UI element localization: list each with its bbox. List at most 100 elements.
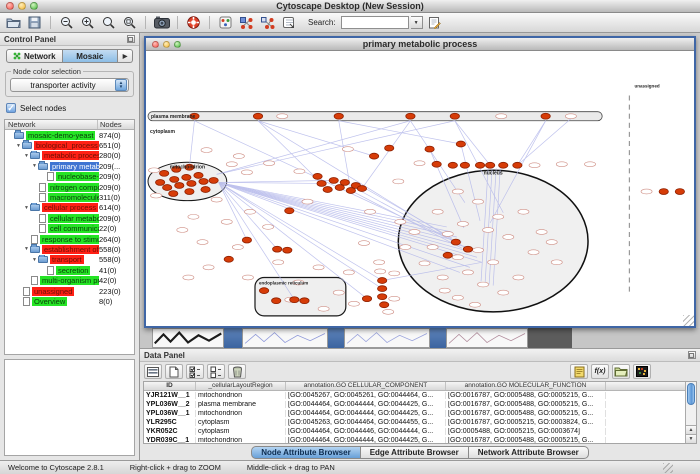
column-header[interactable]: annotation.GO CELLULAR_COMPONENT <box>286 382 446 390</box>
network-canvas[interactable]: plasma membranecytoplasmmitochondrionnuc… <box>146 51 694 326</box>
search-dropdown-arrow[interactable]: ▼ <box>411 16 423 29</box>
tab-overflow-arrow[interactable]: ▶ <box>118 49 133 63</box>
background-window[interactable] <box>152 328 224 348</box>
edit-network-icon[interactable] <box>237 14 256 31</box>
zoom-selected-icon[interactable] <box>99 14 118 31</box>
import-attributes-icon[interactable] <box>612 364 630 379</box>
tree-row[interactable]: nitrogen compo209(0) <box>5 182 134 192</box>
zoom-out-icon[interactable] <box>57 14 76 31</box>
background-window[interactable] <box>242 328 328 348</box>
float-panel-icon[interactable] <box>688 351 696 359</box>
zoom-fit-icon[interactable] <box>120 14 139 31</box>
table-row[interactable]: YPL036W__1mitochondrion[GO:0044464, GO:0… <box>144 409 685 418</box>
select-attributes-icon[interactable] <box>186 364 204 379</box>
notes-icon[interactable] <box>570 364 588 379</box>
background-window[interactable] <box>528 328 572 348</box>
disclosure-triangle-icon[interactable]: ▼ <box>23 153 30 159</box>
resize-grip-icon[interactable] <box>663 463 673 473</box>
help-icon[interactable] <box>184 14 203 31</box>
scroll-up-icon[interactable]: ▲ <box>686 425 696 434</box>
tab-node-attribute-browser[interactable]: Node Attribute Browser <box>251 446 361 459</box>
tree-row[interactable]: ▼establishment of lo558(0) <box>5 244 134 254</box>
folder-icon <box>30 204 40 211</box>
svg-text:mitochondrion: mitochondrion <box>170 164 205 170</box>
matrix-icon[interactable] <box>633 364 651 379</box>
close-button[interactable] <box>6 2 14 10</box>
tab-network[interactable]: Network <box>6 49 63 63</box>
tree-column-nodes[interactable]: Nodes <box>98 120 134 129</box>
minimize-button[interactable] <box>18 2 26 10</box>
zoom-in-icon[interactable] <box>78 14 97 31</box>
zoom-button[interactable] <box>30 2 38 10</box>
disclosure-triangle-icon[interactable]: ▼ <box>23 205 30 211</box>
tab-network-attribute-browser[interactable]: Network Attribute Browser <box>469 446 589 459</box>
float-panel-icon[interactable] <box>127 35 135 43</box>
network-tree-panel: Network Nodes mosaic-demo-yeast874(0)▼bi… <box>4 119 135 355</box>
new-attribute-icon[interactable] <box>165 364 183 379</box>
save-icon[interactable] <box>25 14 44 31</box>
tree-row[interactable]: ▼cellular process614(0) <box>5 203 134 213</box>
delete-attribute-icon[interactable] <box>228 364 246 379</box>
unselect-attributes-icon[interactable] <box>207 364 225 379</box>
background-window[interactable] <box>446 328 528 348</box>
vizmapper-icon[interactable] <box>216 14 235 31</box>
disclosure-triangle-icon[interactable]: ▼ <box>15 143 22 149</box>
birds-eye-view-panel[interactable] <box>4 359 135 456</box>
table-row[interactable]: YPL036W__2plasma membrane[GO:0044464, GO… <box>144 400 685 409</box>
table-row[interactable]: YJR121W__1mitochondrion[GO:0045267, GO:0… <box>144 391 685 400</box>
network-graph[interactable]: plasma membranecytoplasmmitochondrionnuc… <box>146 51 694 326</box>
background-window-frame[interactable] <box>224 328 242 348</box>
tree-row[interactable]: Overview8(0) <box>5 296 134 306</box>
tree-row[interactable]: ▼transport558(0) <box>5 255 134 265</box>
column-header[interactable]: annotation.GO MOLECULAR_FUNCTION <box>446 382 606 390</box>
network-window-titlebar[interactable]: primary metabolic process <box>146 38 694 51</box>
disclosure-triangle-icon[interactable]: ▼ <box>31 163 38 169</box>
tree-row[interactable]: nucleobase-209(0) <box>5 172 134 182</box>
formula-icon[interactable]: f(x) <box>591 364 609 379</box>
background-window-frame[interactable] <box>430 328 446 348</box>
tree-node-label: secretion <box>56 266 90 275</box>
search-input[interactable] <box>341 16 409 29</box>
background-window[interactable] <box>344 328 430 348</box>
tree-row[interactable]: secretion41(0) <box>5 265 134 275</box>
tree-row[interactable]: cellular metabo209(0) <box>5 213 134 223</box>
table-row[interactable]: YKR052Ccytoplasm[GO:0044464, GO:0044446,… <box>144 427 685 436</box>
import-table-icon[interactable] <box>279 14 298 31</box>
column-header[interactable]: _cellularLayoutRegion <box>196 382 286 390</box>
tree-row[interactable]: multi-organism pro42(0) <box>5 275 134 285</box>
scroll-down-icon[interactable]: ▼ <box>686 434 696 443</box>
tree-row[interactable]: macromolecule311(0) <box>5 192 134 202</box>
open-icon[interactable] <box>4 14 23 31</box>
disclosure-triangle-icon[interactable]: ▼ <box>23 246 30 252</box>
color-attribute-dropdown[interactable]: transporter activity ▲▼ <box>10 78 129 92</box>
tab-mosaic[interactable]: Mosaic <box>63 49 119 63</box>
tree-row[interactable]: unassigned223(0) <box>5 286 134 296</box>
tree-row[interactable]: mosaic-demo-yeast874(0) <box>5 130 134 140</box>
background-window-frame[interactable] <box>328 328 344 348</box>
disclosure-triangle-icon[interactable]: ▼ <box>31 257 38 263</box>
close-button[interactable] <box>152 41 159 48</box>
table-mode-icon[interactable] <box>144 364 162 379</box>
advanced-search-icon[interactable] <box>425 14 444 31</box>
tree-column-network[interactable]: Network <box>5 120 98 129</box>
network-view-window[interactable]: primary metabolic process plasma membran… <box>144 36 696 328</box>
select-nodes-checkbox[interactable]: ✓ <box>6 103 16 113</box>
scrollbar-thumb[interactable] <box>687 383 695 405</box>
zoom-button[interactable] <box>174 41 181 48</box>
table-row[interactable]: YDR039C__1mitochondrion[GO:0044464, GO:0… <box>144 436 685 443</box>
app-titlebar[interactable]: Cytoscape Desktop (New Session) <box>0 0 700 13</box>
table-scrollbar[interactable]: ▲ ▼ <box>685 382 696 443</box>
edit-network-alt-icon[interactable] <box>258 14 277 31</box>
camera-icon[interactable] <box>152 14 171 31</box>
tree-row[interactable]: cell communicat22(0) <box>5 224 134 234</box>
tree-row[interactable]: response to stimulu264(0) <box>5 234 134 244</box>
table-row[interactable]: YLR295Ccytoplasm[GO:0045263, GO:0044464,… <box>144 418 685 427</box>
tree-row[interactable]: ▼metabolic process280(0) <box>5 151 134 161</box>
tree-row[interactable]: ▼primary metabo209(... <box>5 161 134 171</box>
dropdown-value: transporter activity <box>11 81 115 90</box>
column-header[interactable]: ID <box>144 382 196 390</box>
tree-row[interactable]: ▼biological_process651(0) <box>5 140 134 150</box>
tab-edge-attribute-browser[interactable]: Edge Attribute Browser <box>361 446 469 459</box>
minimize-button[interactable] <box>163 41 170 48</box>
resize-grip-icon[interactable] <box>683 315 694 326</box>
